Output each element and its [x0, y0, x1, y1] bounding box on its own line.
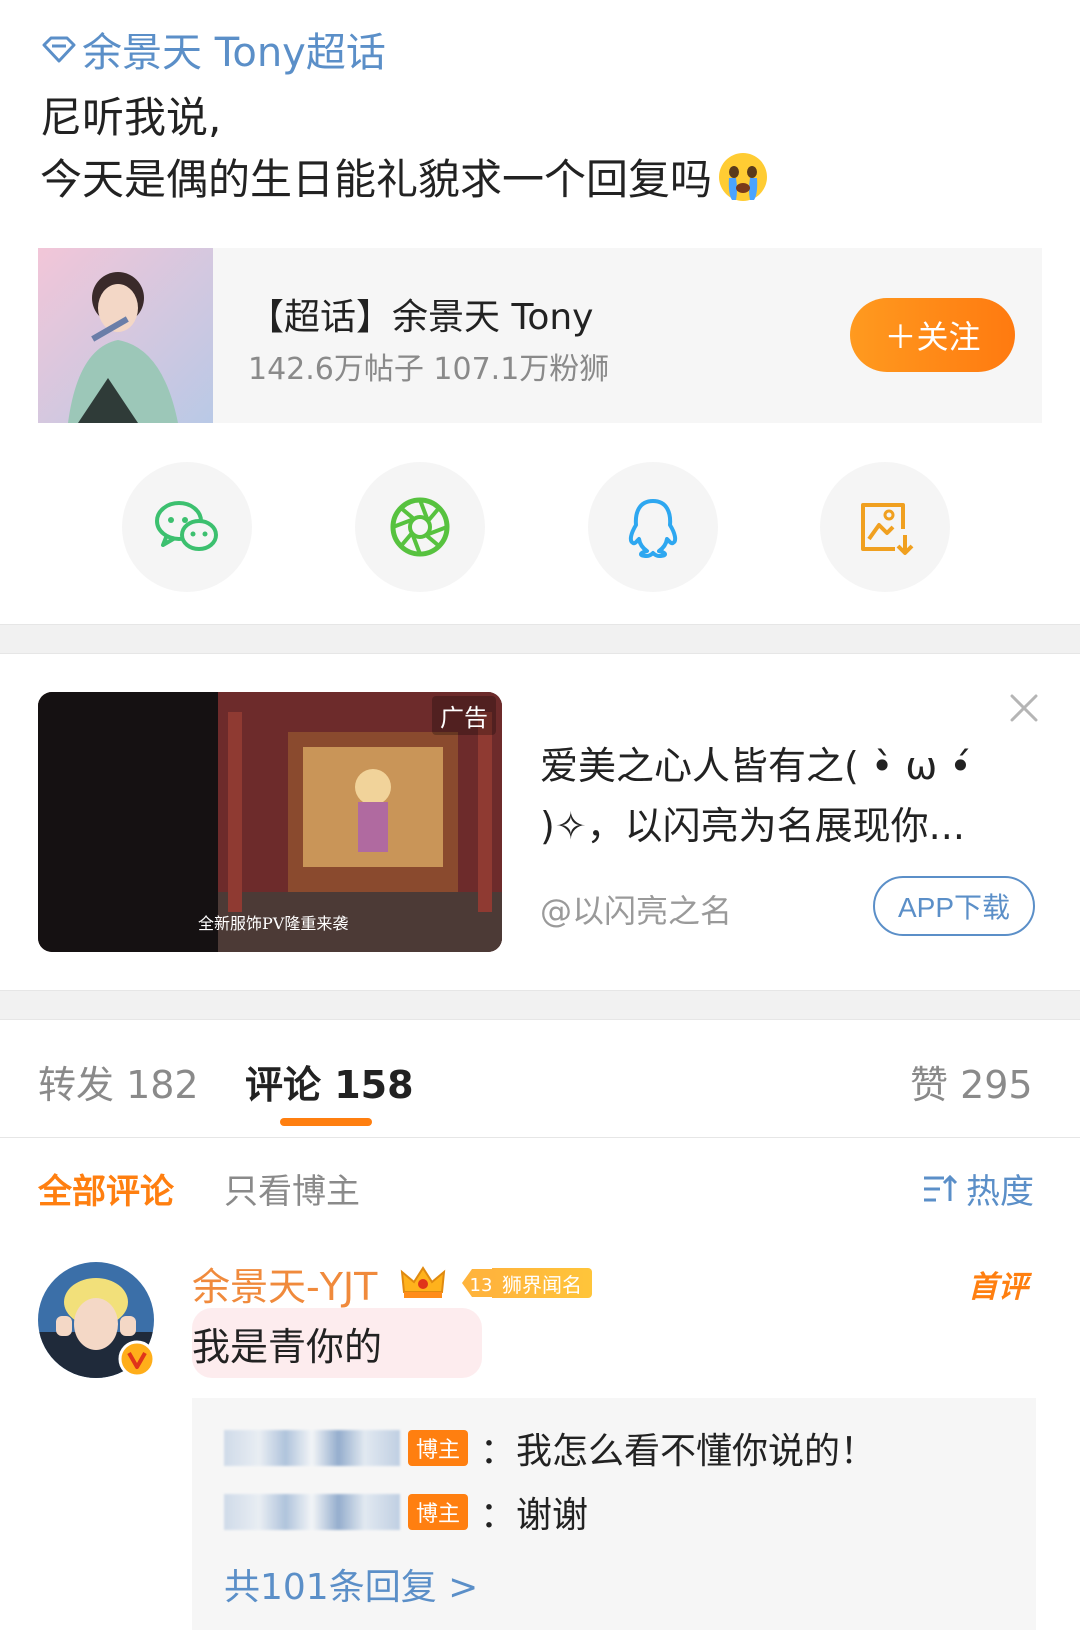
crying-face-icon [719, 153, 768, 201]
crown-icon [400, 1266, 446, 1298]
sort-button[interactable]: 热度 [922, 1164, 1034, 1213]
filter-op-only[interactable]: 只看博主 [224, 1164, 360, 1213]
diamond-icon [42, 36, 76, 63]
blurred-username [224, 1494, 400, 1530]
verified-badge-icon [118, 1340, 156, 1378]
app-download-button[interactable]: APP下载 [873, 876, 1035, 936]
section-divider [0, 624, 1080, 654]
ad-label: 广告 [432, 696, 496, 735]
close-icon[interactable] [1006, 690, 1042, 726]
first-comment-badge: 首评 [968, 1270, 1028, 1305]
share-moments-button[interactable] [355, 462, 485, 592]
ad-image-caption: 全新服饰PV隆重来袭 [198, 914, 349, 933]
save-image-icon [861, 503, 914, 555]
blurred-username [224, 1430, 400, 1466]
topic-name: 【超话】余景天 Tony [248, 297, 594, 338]
post-text-line-1: 尼听我说, [40, 93, 222, 142]
super-topic-link[interactable]: 余景天 Tony超话 [40, 22, 386, 76]
tab-likes[interactable]: 赞 295 [910, 1054, 1033, 1109]
section-divider [0, 990, 1080, 1020]
op-badge: 博主 [408, 1430, 469, 1466]
reply-row[interactable]: 博主 ：谢谢 [224, 1486, 588, 1538]
ad-title[interactable]: 爱美之心人皆有之( •̀ ω •́ )✧，以闪亮为名展现你... [540, 736, 1040, 856]
super-topic-label: 余景天 Tony超话 [82, 30, 386, 76]
share-qq-button[interactable] [588, 462, 718, 592]
super-topic-card[interactable]: 【超话】余景天 Tony 142.6万帖子 107.1万粉狮 ＋关注 [38, 248, 1042, 423]
qq-icon [628, 499, 678, 558]
follow-button[interactable]: ＋关注 [850, 298, 1015, 372]
active-tab-indicator [280, 1118, 372, 1126]
topic-cover-image [38, 248, 213, 423]
tabs-divider [0, 1137, 1080, 1138]
share-wechat-button[interactable] [122, 462, 252, 592]
reply-text: ：谢谢 [480, 1495, 589, 1536]
filter-all-comments[interactable]: 全部评论 [38, 1164, 174, 1213]
ad-source[interactable]: @以闪亮之名 [540, 886, 732, 932]
ad-image[interactable]: 广告 全新服饰PV隆重来袭 [38, 692, 502, 952]
fan-badge[interactable]: 13 狮界闻名 [458, 1265, 592, 1301]
op-badge: 博主 [408, 1494, 469, 1530]
wechat-icon [155, 501, 218, 551]
topic-stats: 142.6万帖子 107.1万粉狮 [248, 352, 610, 387]
fan-title: 狮界闻名 [492, 1268, 592, 1298]
tab-comments[interactable]: 评论 158 [245, 1054, 414, 1109]
sort-label: 热度 [966, 1172, 1034, 1212]
save-image-button[interactable] [820, 462, 950, 592]
comment-body: 我是青你的 [192, 1308, 482, 1378]
moments-icon [390, 497, 450, 557]
view-all-replies-link[interactable]: 共101条回复 > [224, 1558, 478, 1610]
post-text-line-2: 今天是偶的生日能礼貌求一个回复吗 [40, 146, 770, 207]
comment-username[interactable]: 余景天-YJT [192, 1256, 377, 1311]
reply-row[interactable]: 博主 ：我怎么看不懂你说的！ [224, 1422, 876, 1474]
reply-preview-box[interactable]: 博主 ：我怎么看不懂你说的！ 博主 ：谢谢 共101条回复 > [192, 1398, 1036, 1630]
post-text: 今天是偶的生日能礼貌求一个回复吗 [40, 155, 713, 204]
sort-icon [924, 1174, 958, 1201]
fan-level-number: 13 [470, 1275, 493, 1296]
tab-repost[interactable]: 转发 182 [38, 1054, 199, 1109]
comment-text: 我是青你的 [192, 1324, 383, 1369]
reply-text: ：我怎么看不懂你说的！ [480, 1431, 877, 1472]
